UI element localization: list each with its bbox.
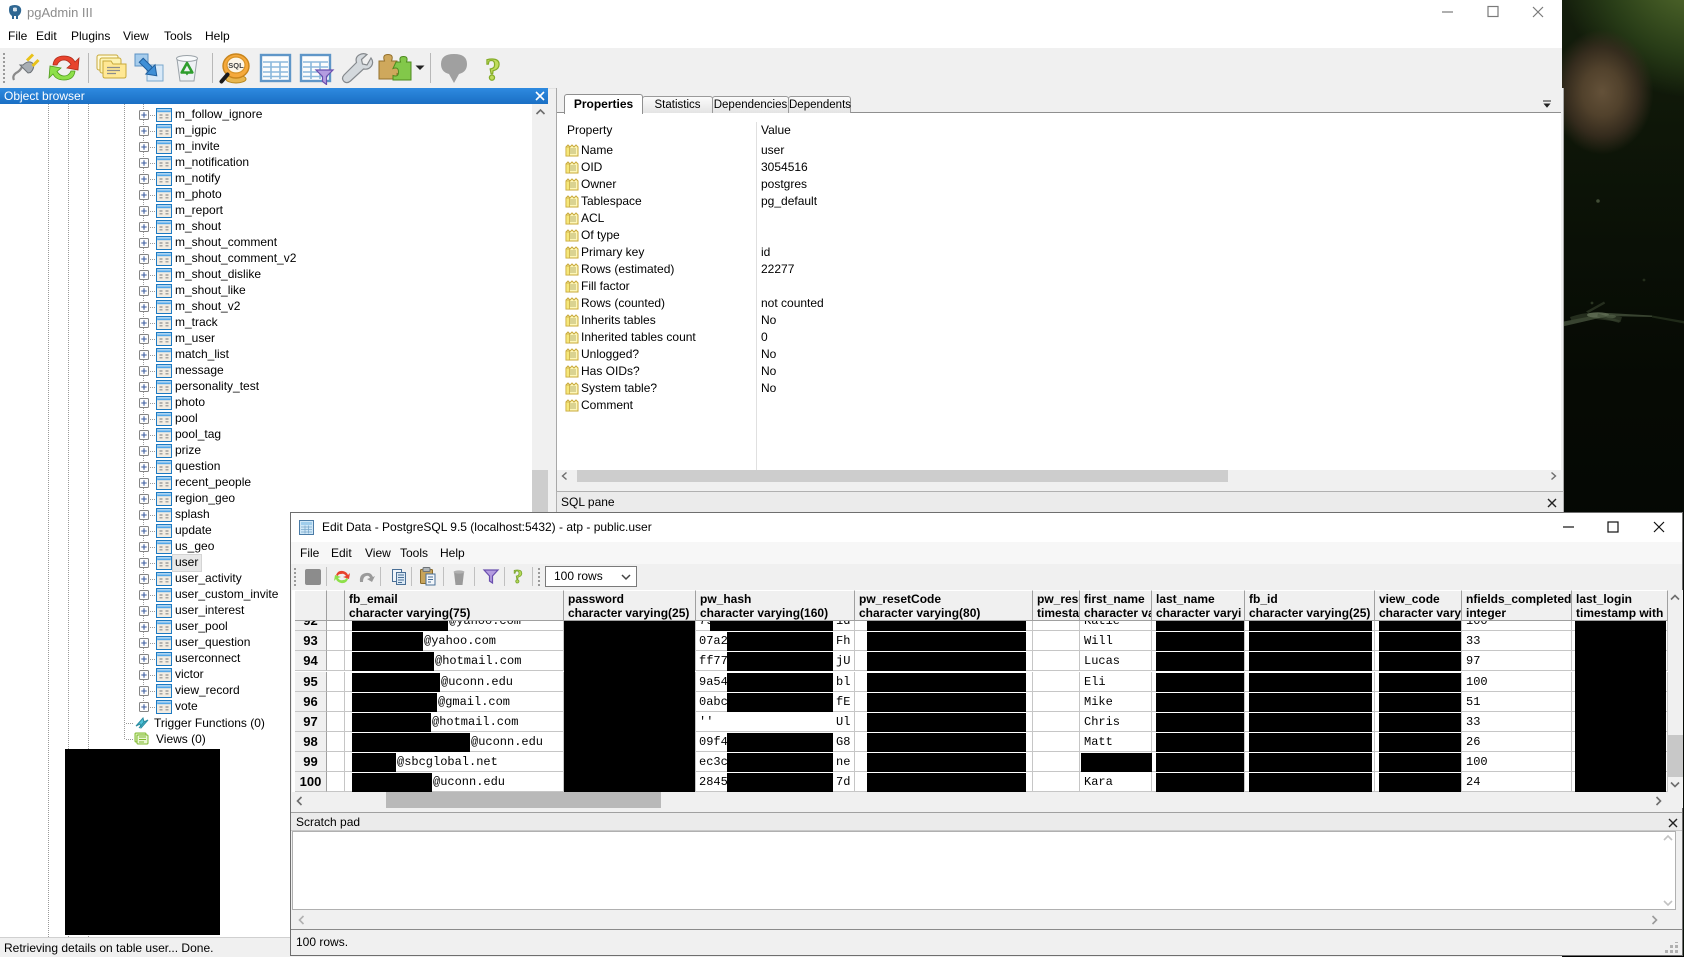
svg-text:?: ? bbox=[513, 566, 523, 587]
svg-text:SQL: SQL bbox=[228, 61, 244, 70]
svg-text:?: ? bbox=[485, 51, 501, 87]
